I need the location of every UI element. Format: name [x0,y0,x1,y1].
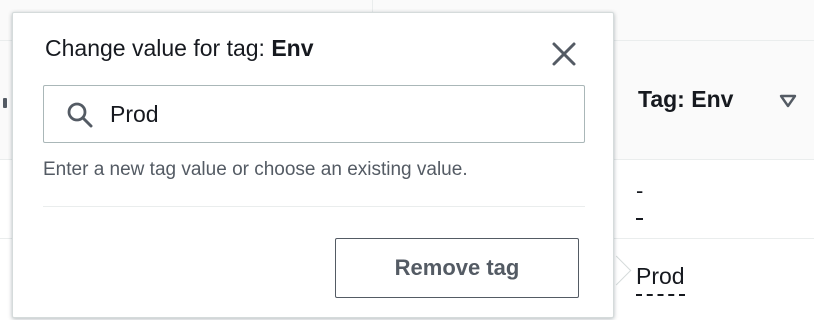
search-icon [67,102,93,128]
table-cell-empty-value[interactable]: - [636,178,644,220]
popover-title-prefix: Change value for tag: [45,35,272,61]
helper-text: Enter a new tag value or choose an exist… [43,159,468,180]
caret-down-outline-icon[interactable] [778,93,798,109]
popover-title-key: Env [271,35,314,61]
close-icon[interactable] [547,37,581,71]
change-tag-value-popover: Change value for tag: Env Enter a new ta… [12,12,614,318]
tag-value-search-field[interactable] [43,85,585,143]
column-header-tag-env[interactable]: Tag: Env [638,86,733,113]
tag-value-input[interactable] [110,94,560,134]
remove-tag-button[interactable]: Remove tag [335,238,579,298]
popover-title: Change value for tag: Env [45,35,314,62]
tag-editor-view: Tag: Env - Prod Change value for tag: En… [0,0,814,320]
cell-value: - [636,178,644,203]
column-resize-handle[interactable] [3,98,7,108]
popover-divider [43,206,585,207]
table-cell-prod-value[interactable]: Prod [636,262,685,296]
